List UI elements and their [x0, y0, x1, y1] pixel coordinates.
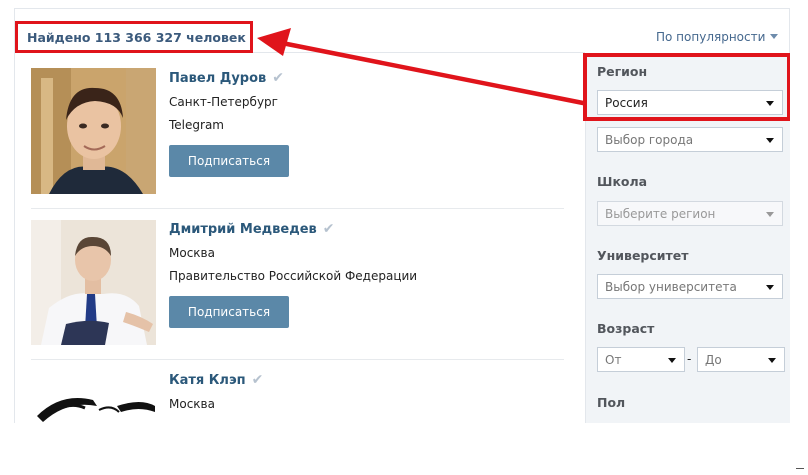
- annotation-arrow: [257, 28, 586, 106]
- corner-mark: [796, 468, 804, 469]
- search-results-page: Найдено 113 366 327 человек По популярно…: [0, 0, 790, 423]
